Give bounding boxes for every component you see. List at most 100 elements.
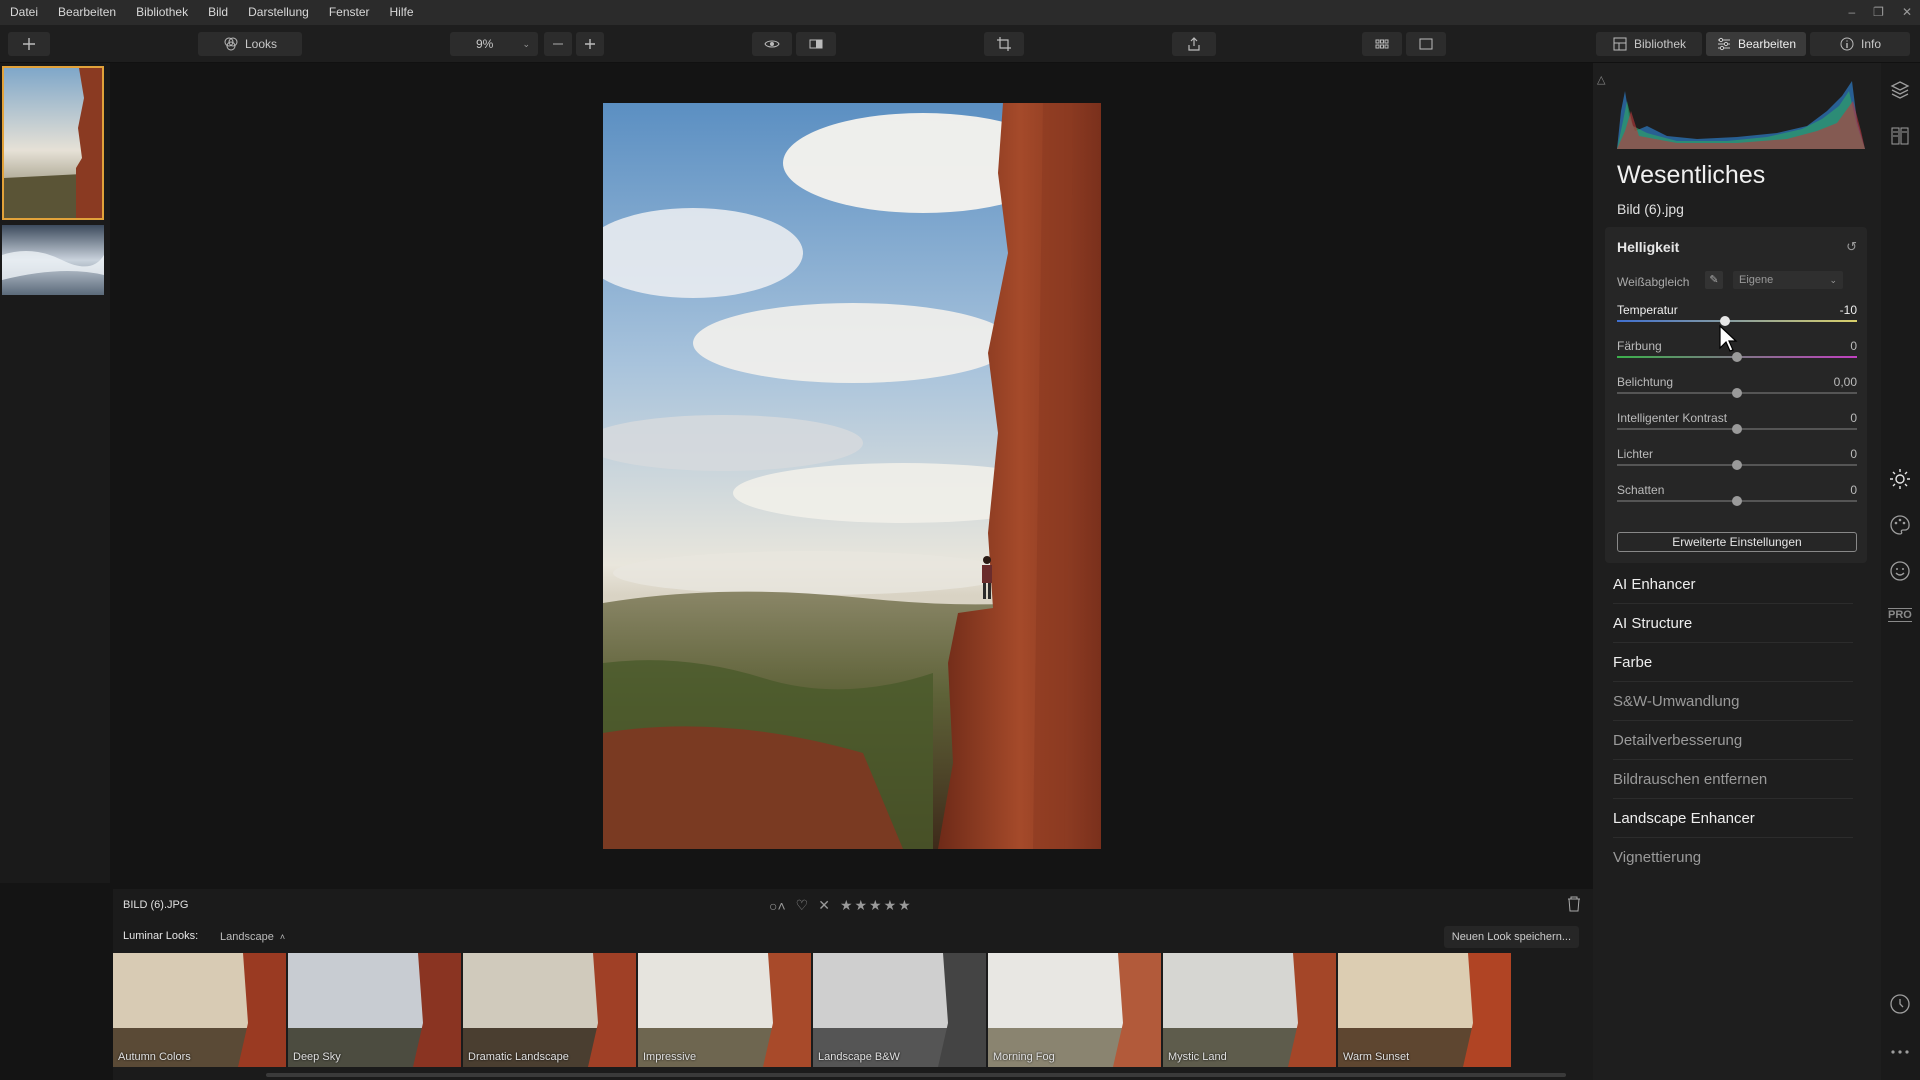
- reset-icon[interactable]: ↺: [1846, 239, 1857, 255]
- chevron-down-icon: ⌄: [1829, 275, 1837, 285]
- layers-icon[interactable]: [1889, 79, 1911, 101]
- panel-title: Wesentliches: [1617, 161, 1766, 189]
- slider-thumb[interactable]: [1732, 496, 1742, 506]
- looks-category-value: Landscape: [220, 931, 274, 943]
- menu-fenster[interactable]: Fenster: [319, 0, 380, 25]
- tab-bibliothek[interactable]: Bibliothek: [1596, 32, 1702, 56]
- slider-track[interactable]: [1617, 320, 1857, 322]
- look-thumbnail: [813, 953, 986, 1067]
- look-label: Morning Fog: [993, 1051, 1055, 1063]
- looks-button[interactable]: Looks: [198, 32, 302, 56]
- look-deep-sky[interactable]: Deep Sky: [288, 953, 461, 1067]
- menu-bearbeiten[interactable]: Bearbeiten: [48, 0, 126, 25]
- trash-icon[interactable]: [1567, 896, 1581, 915]
- slider-value: -10: [1839, 303, 1857, 317]
- look-warm-sunset[interactable]: Warm Sunset: [1338, 953, 1511, 1067]
- tab-bearbeiten-label: Bearbeiten: [1737, 37, 1797, 51]
- save-look-button[interactable]: Neuen Look speichern...: [1443, 926, 1579, 948]
- mouse-cursor-icon: [1719, 324, 1738, 352]
- menu-bibliothek[interactable]: Bibliothek: [126, 0, 198, 25]
- tool-category-bar: PRO: [1881, 63, 1920, 1080]
- gallery-view-button[interactable]: [1362, 32, 1402, 56]
- looks-category-select[interactable]: Landscape ˄: [210, 926, 295, 948]
- more-icon[interactable]: [1889, 1041, 1911, 1063]
- look-label: Autumn Colors: [118, 1051, 191, 1063]
- canvas-icon[interactable]: [1889, 125, 1911, 147]
- maximize-icon[interactable]: ❐: [1873, 0, 1884, 25]
- reject-icon[interactable]: ✕: [818, 897, 830, 914]
- slider-belichtung[interactable]: Belichtung 0,00: [1617, 375, 1857, 411]
- look-label: Dramatic Landscape: [468, 1051, 569, 1063]
- slider-thumb[interactable]: [1732, 424, 1742, 434]
- sun-icon[interactable]: [1889, 468, 1911, 490]
- wb-label: Weißabgleich: [1617, 275, 1690, 289]
- advanced-settings-button[interactable]: Erweiterte Einstellungen: [1617, 532, 1857, 552]
- look-autumn-colors[interactable]: Autumn Colors: [113, 953, 286, 1067]
- grid-icon: [1375, 39, 1389, 49]
- tab-info[interactable]: Info: [1810, 32, 1910, 56]
- menu-bar: Datei Bearbeiten Bibliothek Bild Darstel…: [0, 0, 1920, 25]
- look-dramatic-landscape[interactable]: Dramatic Landscape: [463, 953, 636, 1067]
- look-label: Warm Sunset: [1343, 1051, 1410, 1063]
- menu-darstellung[interactable]: Darstellung: [238, 0, 319, 25]
- single-view-button[interactable]: [1406, 32, 1446, 56]
- menu-hilfe[interactable]: Hilfe: [380, 0, 424, 25]
- tool-sw-umwandlung[interactable]: S&W-Umwandlung: [1613, 682, 1853, 721]
- plus-icon: [23, 38, 35, 50]
- clipping-warning-icon[interactable]: △: [1597, 73, 1605, 86]
- look-landscape-bw[interactable]: Landscape B&W: [813, 953, 986, 1067]
- slider-lichter[interactable]: Lichter 0: [1617, 447, 1857, 483]
- menu-bild[interactable]: Bild: [198, 0, 238, 25]
- tool-detailverbesserung[interactable]: Detailverbesserung: [1613, 721, 1853, 760]
- look-impressive[interactable]: Impressive: [638, 953, 811, 1067]
- slider-schatten[interactable]: Schatten 0: [1617, 483, 1857, 519]
- eye-icon: [764, 40, 780, 48]
- tab-bearbeiten[interactable]: Bearbeiten: [1706, 32, 1806, 56]
- compare-button[interactable]: [796, 32, 836, 56]
- filmstrip: [0, 63, 110, 883]
- looks-scrollbar[interactable]: [266, 1073, 1566, 1077]
- look-morning-fog[interactable]: Morning Fog: [988, 953, 1161, 1067]
- look-mystic-land[interactable]: Mystic Land: [1163, 953, 1336, 1067]
- tool-farbe[interactable]: Farbe: [1613, 643, 1853, 682]
- pro-badge[interactable]: PRO: [1888, 608, 1912, 622]
- zoom-select[interactable]: 9% ⌄: [450, 32, 538, 56]
- palette-icon[interactable]: [1889, 514, 1911, 536]
- tool-ai-enhancer[interactable]: AI Enhancer: [1613, 565, 1853, 604]
- helligkeit-title[interactable]: Helligkeit: [1617, 239, 1679, 255]
- minimize-icon[interactable]: –: [1848, 0, 1855, 25]
- slider-label: Schatten: [1617, 483, 1665, 497]
- eyedropper-icon[interactable]: ✎: [1705, 271, 1723, 289]
- color-label-icon[interactable]: ○˄: [769, 898, 786, 914]
- image-canvas[interactable]: [113, 63, 1593, 889]
- slider-intelligenter-kontrast[interactable]: Intelligenter Kontrast 0: [1617, 411, 1857, 447]
- slider-thumb[interactable]: [1732, 388, 1742, 398]
- history-icon[interactable]: [1889, 993, 1911, 1015]
- tool-bildrauschen-entfernen[interactable]: Bildrauschen entfernen: [1613, 760, 1853, 799]
- thumbnail[interactable]: [2, 225, 104, 295]
- crop-button[interactable]: [984, 32, 1024, 56]
- thumbnail-selected[interactable]: [2, 66, 104, 220]
- window-controls: – ❐ ✕: [1848, 0, 1912, 25]
- image-info-bar: BILD (6).JPG ○˄ ♡ ✕ ★★★★★: [113, 889, 1593, 923]
- star-rating[interactable]: ★★★★★: [840, 897, 913, 914]
- tool-landscape-enhancer[interactable]: Landscape Enhancer: [1613, 799, 1853, 838]
- add-images-button[interactable]: [8, 32, 50, 56]
- tool-ai-structure[interactable]: AI Structure: [1613, 604, 1853, 643]
- heart-icon[interactable]: ♡: [796, 897, 809, 914]
- look-thumbnail: [638, 953, 811, 1067]
- slider-value: 0: [1850, 483, 1857, 497]
- zoom-in-button[interactable]: [576, 32, 604, 56]
- close-icon[interactable]: ✕: [1902, 0, 1912, 25]
- slider-thumb[interactable]: [1732, 460, 1742, 470]
- looks-label: Looks: [244, 37, 278, 51]
- sliders-icon: [1717, 37, 1730, 51]
- chevron-up-icon: ˄: [279, 932, 286, 942]
- preview-button[interactable]: [752, 32, 792, 56]
- face-icon[interactable]: [1889, 560, 1911, 582]
- export-button[interactable]: [1172, 32, 1216, 56]
- zoom-out-button[interactable]: [544, 32, 572, 56]
- tool-vignettierung[interactable]: Vignettierung: [1613, 838, 1853, 877]
- menu-datei[interactable]: Datei: [0, 0, 48, 25]
- wb-select[interactable]: Eigene ⌄: [1733, 271, 1843, 289]
